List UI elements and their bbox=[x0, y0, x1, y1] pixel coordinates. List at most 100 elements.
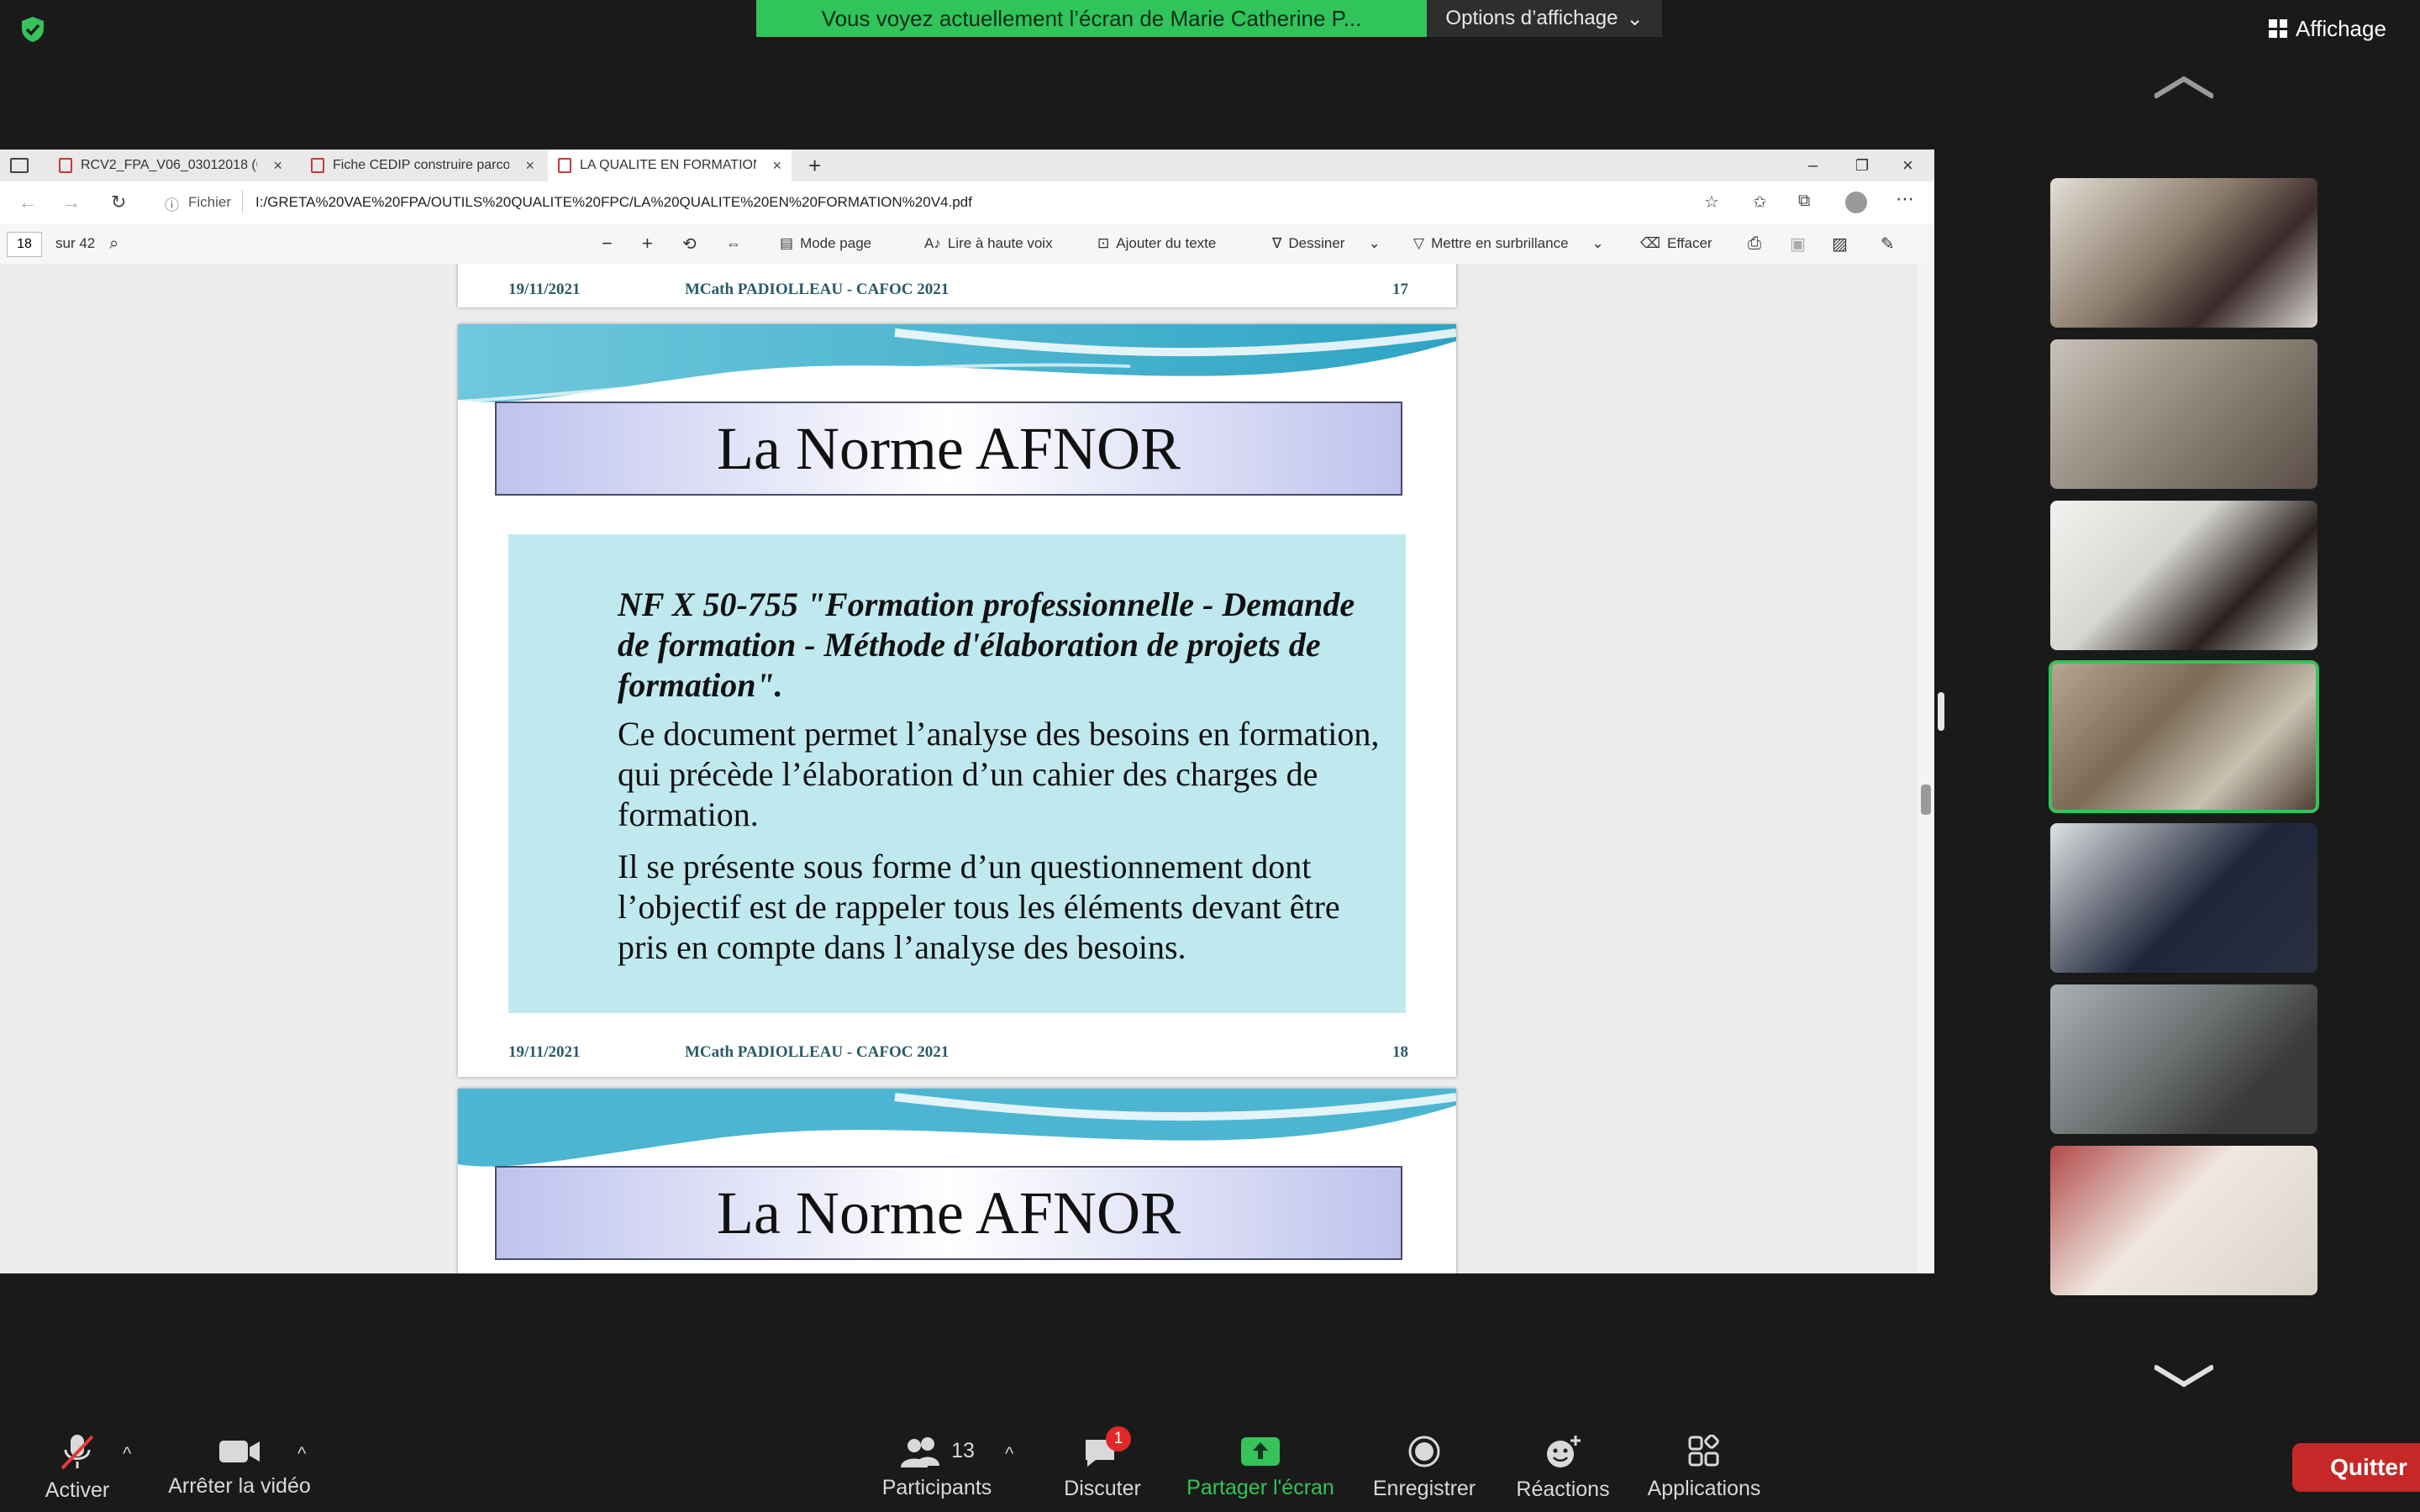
more-icon[interactable]: ⋯ bbox=[1896, 188, 1914, 210]
slide-footer: 19/11/2021 MCath PADIOLLEAU - CAFOC 2021… bbox=[458, 1038, 1456, 1072]
back-icon[interactable]: ← bbox=[18, 192, 37, 213]
participant-video[interactable] bbox=[2050, 178, 2317, 328]
zoom-in-icon[interactable]: + bbox=[642, 223, 653, 264]
participants-count: 13 bbox=[951, 1439, 975, 1462]
highlight-label: Mettre en surbrillance bbox=[1431, 235, 1569, 251]
chevron-down-icon[interactable] bbox=[2154, 1364, 2214, 1389]
address-divider bbox=[242, 190, 243, 213]
draw-label: Dessiner bbox=[1288, 235, 1345, 251]
footer-author: MCath PADIOLLEAU - CAFOC 2021 bbox=[685, 1043, 950, 1061]
participant-video-speaking[interactable] bbox=[2049, 660, 2319, 813]
applications-button[interactable]: Applications bbox=[1639, 1423, 1770, 1512]
url-input[interactable]: I:/GRETA%20VAE%20FPA/OUTILS%20QUALITE%20… bbox=[255, 194, 972, 211]
microphone-muted-icon bbox=[60, 1434, 94, 1469]
reactions-icon bbox=[1547, 1435, 1581, 1467]
erase-button[interactable]: ⌫ Effacer bbox=[1640, 223, 1712, 264]
pdf-icon bbox=[59, 158, 72, 173]
eraser-icon: ⌫ bbox=[1640, 235, 1661, 251]
fit-page-icon[interactable]: ⇔ bbox=[726, 223, 741, 264]
close-window-button[interactable]: × bbox=[1892, 150, 1926, 181]
slide-17: 19/11/2021 MCath PADIOLLEAU - CAFOC 2021… bbox=[458, 264, 1456, 307]
tab-qualite-formation[interactable]: LA QUALITE EN FORMATION V4 × bbox=[548, 150, 792, 181]
tab-bar: RCV2_FPA_V06_03012018 (003)... × Fiche C… bbox=[0, 150, 1934, 181]
read-aloud-label: Lire à haute voix bbox=[947, 235, 1053, 251]
unmute-label: Activer bbox=[45, 1478, 110, 1502]
rotate-icon[interactable]: ⟲ bbox=[682, 223, 697, 264]
reactions-label: Réactions bbox=[1516, 1477, 1610, 1501]
security-shield-icon[interactable] bbox=[18, 15, 47, 44]
footer-page: 17 bbox=[1392, 281, 1408, 298]
record-icon bbox=[1408, 1436, 1440, 1467]
favorite-add-icon[interactable]: ☆ bbox=[1704, 192, 1719, 213]
slide-title: La Norme AFNOR bbox=[495, 1166, 1402, 1260]
view-options-button[interactable]: Options d’affichage ⌄ bbox=[1427, 0, 1662, 37]
draw-button[interactable]: ∇ Dessiner ⌄ bbox=[1272, 223, 1381, 264]
pin-icon[interactable]: ✎ bbox=[1881, 223, 1895, 264]
profile-avatar[interactable] bbox=[1845, 192, 1867, 213]
record-button[interactable]: Enregistrer bbox=[1361, 1423, 1487, 1512]
save-as-icon[interactable]: ▨ bbox=[1832, 223, 1848, 264]
affichage-label: Affichage bbox=[2296, 15, 2386, 41]
participants-caret-icon[interactable]: ^ bbox=[1005, 1443, 1013, 1465]
chat-label: Discuter bbox=[1064, 1476, 1141, 1500]
zoom-out-icon[interactable]: − bbox=[602, 223, 613, 264]
close-tab-icon[interactable]: × bbox=[273, 157, 282, 175]
favorites-icon[interactable]: ✩ bbox=[1753, 192, 1767, 213]
pdf-viewport[interactable]: 19/11/2021 MCath PADIOLLEAU - CAFOC 2021… bbox=[0, 264, 1918, 1273]
paragraph-2: Il se présente sous forme d’un questionn… bbox=[618, 848, 1340, 966]
highlight-button[interactable]: ▽ Mettre en surbrillance ⌄ bbox=[1413, 223, 1604, 264]
unmute-button[interactable]: Activer bbox=[29, 1423, 126, 1512]
participants-button[interactable]: 13 Participants bbox=[874, 1423, 1000, 1512]
chevron-up-icon[interactable] bbox=[2154, 74, 2214, 99]
erase-label: Effacer bbox=[1667, 235, 1712, 251]
participant-video[interactable] bbox=[2050, 501, 2317, 650]
address-bar: ← → ↻ ⓘ Fichier I:/GRETA%20VAE%20FPA/OUT… bbox=[0, 181, 1934, 224]
share-screen-button[interactable]: Partager l'écran bbox=[1176, 1423, 1344, 1512]
forward-icon[interactable]: → bbox=[62, 192, 81, 213]
share-screen-icon bbox=[1241, 1436, 1280, 1466]
video-options-caret-icon[interactable]: ^ bbox=[297, 1443, 306, 1465]
participant-video[interactable] bbox=[2050, 984, 2317, 1134]
close-tab-icon[interactable]: × bbox=[525, 157, 534, 175]
participants-icon bbox=[901, 1436, 940, 1467]
window-resize-handle[interactable] bbox=[1938, 692, 1944, 731]
stop-video-button[interactable]: Arrêter la vidéo bbox=[160, 1423, 319, 1512]
chevron-down-icon: ⌄ bbox=[1591, 235, 1604, 251]
share-screen-label: Partager l'écran bbox=[1186, 1475, 1334, 1499]
print-icon[interactable]: ⎙ bbox=[1748, 223, 1761, 264]
page-number-input[interactable]: 18 bbox=[7, 232, 42, 257]
participant-video[interactable] bbox=[2050, 339, 2317, 489]
highlight-icon: ▽ bbox=[1413, 235, 1425, 251]
affichage-button[interactable]: Affichage bbox=[2269, 8, 2412, 49]
close-icon: × bbox=[1902, 155, 1913, 176]
participant-video[interactable] bbox=[2050, 1146, 2317, 1295]
leave-meeting-button[interactable]: Quitter bbox=[2292, 1443, 2420, 1492]
applications-label: Applications bbox=[1647, 1476, 1761, 1500]
read-aloud-button[interactable]: A♪ Lire à haute voix bbox=[924, 223, 1053, 264]
tab-fiche-cedip[interactable]: Fiche CEDIP construire parcours × bbox=[301, 150, 544, 181]
collections-icon[interactable]: ⧉ bbox=[1798, 192, 1810, 211]
reactions-button[interactable]: Réactions bbox=[1504, 1423, 1622, 1512]
share-banner: Vous voyez actuellement l’écran de Marie… bbox=[756, 0, 1427, 37]
reload-icon[interactable]: ↻ bbox=[111, 192, 126, 213]
restore-button[interactable]: ❐ bbox=[1845, 150, 1879, 181]
footer-page: 18 bbox=[1392, 1043, 1408, 1061]
new-tab-button[interactable]: + bbox=[798, 150, 832, 181]
scrollbar-thumb[interactable] bbox=[1921, 785, 1931, 815]
tab-label: LA QUALITE EN FORMATION V4 bbox=[580, 158, 756, 172]
plus-icon: + bbox=[808, 152, 822, 178]
search-icon[interactable]: ⌕ bbox=[109, 223, 118, 264]
minimize-button[interactable]: – bbox=[1798, 150, 1832, 181]
footer-date: 19/11/2021 bbox=[508, 1043, 581, 1061]
page-mode-button[interactable]: ▤ Mode page bbox=[780, 223, 871, 264]
tab-actions-button[interactable] bbox=[0, 150, 39, 181]
participant-video[interactable] bbox=[2050, 823, 2317, 973]
audio-options-caret-icon[interactable]: ^ bbox=[123, 1443, 131, 1465]
tab-rcv2[interactable]: RCV2_FPA_V06_03012018 (003)... × bbox=[49, 150, 292, 181]
view-options-label: Options d’affichage bbox=[1445, 7, 1618, 29]
add-text-button[interactable]: ⊡ Ajouter du texte bbox=[1097, 223, 1216, 264]
close-tab-icon[interactable]: × bbox=[772, 157, 781, 175]
pdf-scrollbar[interactable] bbox=[1918, 264, 1934, 1273]
chat-button[interactable]: 1 Discuter bbox=[1050, 1423, 1155, 1512]
save-icon[interactable]: ▣ bbox=[1790, 223, 1806, 264]
